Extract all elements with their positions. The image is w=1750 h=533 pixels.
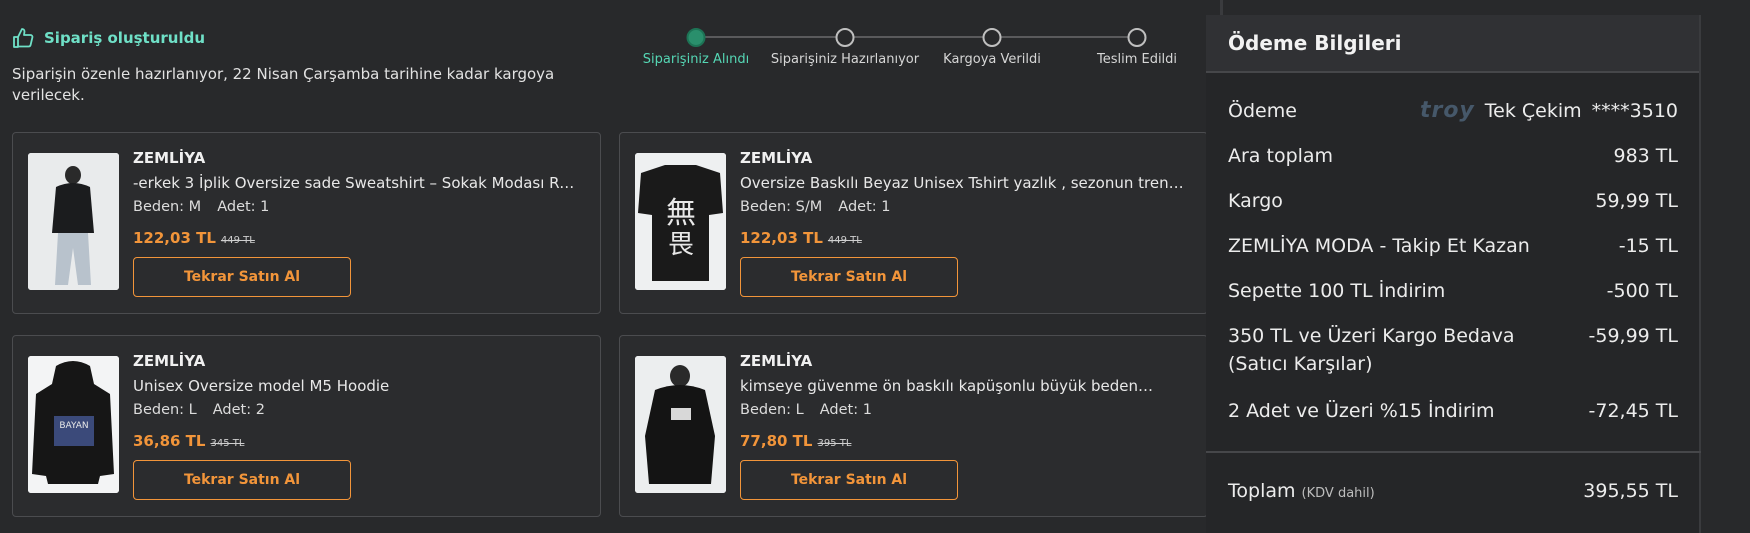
product-image[interactable]: 無 畏 xyxy=(635,153,726,290)
discount-label: ZEMLİYA MODA - Takip Et Kazan xyxy=(1228,235,1530,257)
buy-again-button[interactable]: Tekrar Satın Al xyxy=(740,257,958,297)
payment-method-row: Ödeme troy Tek Çekim ****3510 xyxy=(1228,97,1678,125)
product-card: BAYAN ZEMLİYA Unisex Oversize model M5 H… xyxy=(12,335,601,517)
total-label-group: Toplam (KDV dahil) xyxy=(1228,477,1375,508)
discount-value: -72,45 TL xyxy=(1588,400,1678,422)
payment-method-value: troy Tek Çekim ****3510 xyxy=(1420,97,1678,125)
product-brand: ZEMLİYA xyxy=(740,149,813,167)
product-meta: Beden: L Adet: 2 xyxy=(133,402,265,418)
subtotal-label: Ara toplam xyxy=(1228,145,1334,167)
product-brand: ZEMLİYA xyxy=(133,352,206,370)
product-price: 77,80 TL 395 TL xyxy=(740,432,851,450)
buy-again-button[interactable]: Tekrar Satın Al xyxy=(133,257,351,297)
current-price: 122,03 TL xyxy=(133,229,216,247)
product-name[interactable]: kimseye güvenme ön baskılı kapüşonlu büy… xyxy=(740,377,1185,395)
payment-method-label: Ödeme xyxy=(1228,100,1297,122)
troy-card-logo: troy xyxy=(1419,98,1475,123)
total-label: Toplam xyxy=(1228,480,1296,502)
step-label-preparing: Siparişiniz Hazırlanıyor xyxy=(770,52,920,67)
product-name[interactable]: -erkek 3 İplik Oversize sade Sweatshirt … xyxy=(133,174,578,192)
progress-line xyxy=(696,36,1130,38)
discount-row: ZEMLİYA MODA - Takip Et Kazan -15 TL xyxy=(1228,232,1678,260)
product-name[interactable]: Oversize Baskılı Beyaz Unisex Tshirt yaz… xyxy=(740,174,1185,192)
total-divider xyxy=(1206,451,1701,453)
discount-label: 2 Adet ve Üzeri %15 İndirim xyxy=(1228,400,1495,422)
step-dot-received xyxy=(686,28,706,47)
payment-info-panel: Ödeme Bilgileri Ödeme troy Tek Çekim ***… xyxy=(1206,15,1701,533)
product-qty: Adet: 1 xyxy=(819,402,872,418)
step-dot-delivered xyxy=(1127,28,1147,47)
product-price: 122,03 TL 449 TL xyxy=(133,229,255,247)
step-dot-preparing xyxy=(835,28,855,47)
thumbs-up-icon xyxy=(12,27,36,49)
total-value: 395,55 TL xyxy=(1583,480,1678,502)
product-qty: Adet: 2 xyxy=(212,402,265,418)
subtotal-value: 983 TL xyxy=(1613,145,1679,167)
discount-row: Sepette 100 TL İndirim -500 TL xyxy=(1228,277,1678,305)
order-status-text: Sipariş oluşturuldu xyxy=(44,29,206,47)
step-label-delivered: Teslim Edildi xyxy=(1096,52,1178,67)
buy-again-button[interactable]: Tekrar Satın Al xyxy=(740,460,958,500)
shipping-value: 59,99 TL xyxy=(1595,190,1678,212)
current-price: 36,86 TL xyxy=(133,432,206,450)
product-name[interactable]: Unisex Oversize model M5 Hoodie xyxy=(133,377,578,395)
card-masked-number: ****3510 xyxy=(1591,100,1678,122)
product-image[interactable]: BAYAN xyxy=(28,356,119,493)
product-price: 36,86 TL 345 TL xyxy=(133,432,244,450)
total-row: Toplam (KDV dahil) 395,55 TL xyxy=(1228,477,1678,508)
order-status: Sipariş oluşturuldu xyxy=(12,27,205,49)
product-price: 122,03 TL 449 TL xyxy=(740,229,862,247)
order-description: Siparişin özenle hazırlanıyor, 22 Nisan … xyxy=(12,65,555,104)
svg-text:無: 無 xyxy=(666,196,696,231)
step-dot-shipped xyxy=(982,28,1002,47)
product-size: Beden: L xyxy=(740,402,804,418)
shipping-label: Kargo xyxy=(1228,190,1283,212)
old-price: 449 TL xyxy=(220,235,255,246)
discount-row: 350 TL ve Üzeri Kargo Bedava (Satıcı Kar… xyxy=(1228,322,1678,378)
payment-type: Tek Çekim xyxy=(1484,100,1582,122)
discount-value: -500 TL xyxy=(1606,280,1678,302)
svg-text:畏: 畏 xyxy=(668,230,694,260)
product-image[interactable] xyxy=(635,356,726,493)
shipping-row: Kargo 59,99 TL xyxy=(1228,187,1678,215)
product-card: ZEMLİYA kimseye güvenme ön baskılı kapüş… xyxy=(619,335,1208,517)
product-image[interactable] xyxy=(28,153,119,290)
product-size: Beden: M xyxy=(133,199,202,215)
order-detail-page: Sipariş oluşturuldu Siparişin özenle haz… xyxy=(0,0,1750,533)
panel-top-edge xyxy=(1220,0,1223,15)
product-qty: Adet: 1 xyxy=(838,199,891,215)
discount-label: 350 TL ve Üzeri Kargo Bedava (Satıcı Kar… xyxy=(1228,325,1515,375)
product-brand: ZEMLİYA xyxy=(133,149,206,167)
discount-value: -59,99 TL xyxy=(1588,325,1678,347)
current-price: 122,03 TL xyxy=(740,229,823,247)
discount-label: Sepette 100 TL İndirim xyxy=(1228,280,1446,302)
product-size: Beden: L xyxy=(133,402,197,418)
product-meta: Beden: L Adet: 1 xyxy=(740,402,872,418)
product-card: 無 畏 ZEMLİYA Oversize Baskılı Beyaz Unise… xyxy=(619,132,1208,314)
discount-row: 2 Adet ve Üzeri %15 İndirim -72,45 TL xyxy=(1228,397,1678,425)
svg-text:BAYAN: BAYAN xyxy=(59,421,88,431)
product-size: Beden: S/M xyxy=(740,199,823,215)
product-brand: ZEMLİYA xyxy=(740,352,813,370)
buy-again-button[interactable]: Tekrar Satın Al xyxy=(133,460,351,500)
old-price: 449 TL xyxy=(827,235,862,246)
current-price: 77,80 TL xyxy=(740,432,813,450)
step-label-shipped: Kargoya Verildi xyxy=(943,52,1041,67)
vat-note: (KDV dahil) xyxy=(1301,486,1375,501)
product-meta: Beden: S/M Adet: 1 xyxy=(740,199,890,215)
old-price: 395 TL xyxy=(817,438,852,449)
product-qty: Adet: 1 xyxy=(217,199,270,215)
subtotal-row: Ara toplam 983 TL xyxy=(1228,142,1678,170)
old-price: 345 TL xyxy=(210,438,245,449)
order-progress-stepper: Siparişiniz Alındı Siparişiniz Hazırlanı… xyxy=(640,28,1200,76)
product-card: ZEMLİYA -erkek 3 İplik Oversize sade Swe… xyxy=(12,132,601,314)
step-label-received: Siparişiniz Alındı xyxy=(642,52,750,67)
product-meta: Beden: M Adet: 1 xyxy=(133,199,269,215)
discount-value: -15 TL xyxy=(1618,235,1678,257)
payment-title: Ödeme Bilgileri xyxy=(1206,15,1699,73)
